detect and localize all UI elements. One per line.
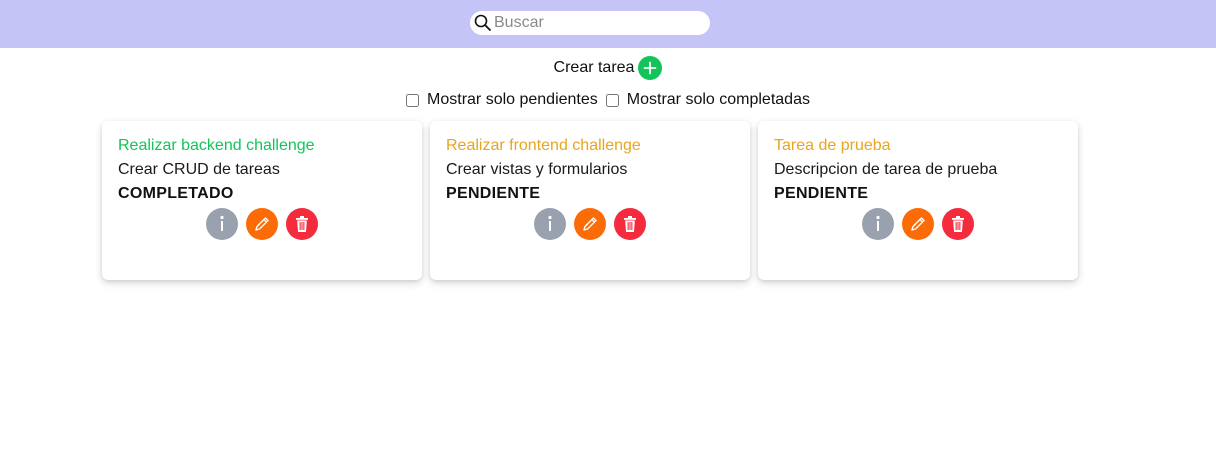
pencil-icon xyxy=(255,217,269,231)
trash-icon xyxy=(296,216,308,232)
filter-pending-label: Mostrar solo pendientes xyxy=(427,91,598,108)
create-task-button[interactable] xyxy=(638,56,663,80)
create-task-row: Crear tarea xyxy=(0,56,1216,80)
task-status: PENDIENTE xyxy=(774,185,869,202)
info-button[interactable] xyxy=(206,208,238,240)
pencil-icon xyxy=(911,217,925,231)
filter-completed[interactable]: Mostrar solo completadas xyxy=(605,91,810,109)
task-description: Crear CRUD de tareas xyxy=(118,161,280,178)
trash-icon xyxy=(952,216,964,232)
task-description: Descripcion de tarea de prueba xyxy=(774,161,998,178)
filter-pending-checkbox[interactable] xyxy=(406,93,420,107)
info-button[interactable] xyxy=(862,208,894,240)
task-title[interactable]: Tarea de prueba xyxy=(774,137,891,155)
task-card: Realizar frontend challenge Crear vistas… xyxy=(430,121,750,280)
search-icon xyxy=(474,14,491,31)
task-title[interactable]: Realizar frontend challenge xyxy=(446,137,641,155)
info-icon xyxy=(548,215,552,231)
info-icon xyxy=(876,215,880,231)
info-icon xyxy=(220,215,224,231)
edit-button[interactable] xyxy=(574,208,606,240)
filter-completed-checkbox[interactable] xyxy=(605,93,619,107)
info-button[interactable] xyxy=(534,208,566,240)
task-status: COMPLETADO xyxy=(118,185,234,202)
task-actions xyxy=(430,208,750,240)
task-description: Crear vistas y formularios xyxy=(446,161,628,178)
trash-icon xyxy=(624,216,636,232)
task-title[interactable]: Realizar backend challenge xyxy=(118,137,315,155)
delete-button[interactable] xyxy=(614,208,646,240)
search-box[interactable] xyxy=(470,11,710,35)
top-bar xyxy=(0,0,1216,48)
search-input[interactable] xyxy=(494,11,704,35)
filter-pending[interactable]: Mostrar solo pendientes xyxy=(406,91,598,109)
filters-row: Mostrar solo pendientes Mostrar solo com… xyxy=(0,89,1216,111)
create-task-label: Crear tarea xyxy=(553,59,635,76)
edit-button[interactable] xyxy=(902,208,934,240)
task-card: Realizar backend challenge Crear CRUD de… xyxy=(102,121,422,280)
delete-button[interactable] xyxy=(286,208,318,240)
task-actions xyxy=(758,208,1078,240)
delete-button[interactable] xyxy=(942,208,974,240)
task-actions xyxy=(102,208,422,240)
filter-completed-label: Mostrar solo completadas xyxy=(626,91,810,108)
edit-button[interactable] xyxy=(246,208,278,240)
plus-icon xyxy=(644,61,657,75)
pencil-icon xyxy=(583,217,597,231)
task-status: PENDIENTE xyxy=(446,185,541,202)
task-card: Tarea de prueba Descripcion de tarea de … xyxy=(758,121,1078,280)
